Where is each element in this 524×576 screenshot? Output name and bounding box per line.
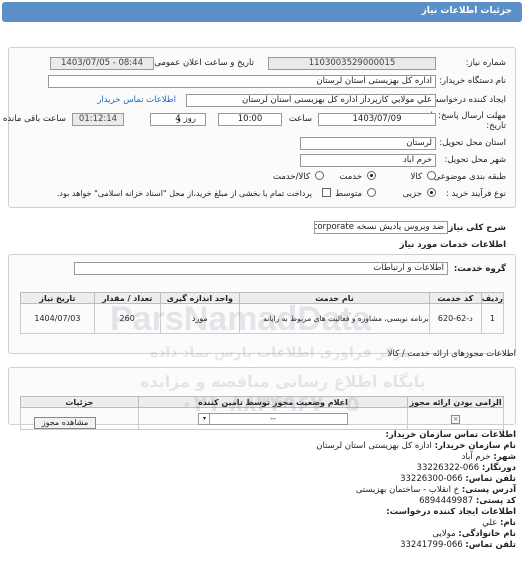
deadline-label: مهلت ارسال پاسخ: تا — [430, 111, 506, 121]
th-unit: واحد اندازه گیری — [159, 292, 241, 304]
category-option-kala: کالا — [410, 172, 422, 182]
announce-field: 1403/07/05 - 08:44 — [50, 57, 154, 70]
cell-row: 1 — [480, 303, 505, 334]
contact-postal: کد پستی: 6894449987 — [419, 496, 516, 506]
disabled-checkbox-icon: × — [451, 414, 461, 424]
th-date: تاریخ نیاز — [20, 292, 95, 304]
announce-label: تاریخ و ساعت اعلان عمومی: — [151, 58, 254, 68]
group-field: اطلاعات و ارتباطات — [74, 262, 448, 275]
category-option-both: کالا/خدمت — [273, 172, 310, 182]
creator-first-name: نام: علي — [482, 518, 516, 528]
category-radio-kala[interactable] — [427, 171, 436, 180]
permits-table-header: الزامی بودن ارائه مجوز اعلام وضعیت مجوز … — [20, 396, 504, 408]
contact-phone: تلفن تماس: 066-33226300 — [400, 474, 516, 484]
deadline-date-label: تاریخ: — [486, 121, 506, 131]
remaining-label: ساعت باقی مانده — [2, 114, 66, 124]
th-code: کد خدمت — [428, 292, 482, 304]
th-permit-details: جزئیات — [20, 396, 139, 408]
contact-org: نام سازمان خریدار: اداره کل بهزیستی استا… — [316, 441, 516, 451]
cell-code: د-62-620 — [428, 303, 482, 334]
creator-last-name: نام خانوادگی: مولایی — [432, 529, 516, 539]
page-header: جزئیات اطلاعات نیاز — [2, 2, 522, 22]
cell-qty: 260 — [93, 303, 161, 334]
buyer-label: نام دستگاه خریدار: — [439, 76, 506, 86]
purchase-type-label: نوع فرآیند خرید : — [445, 189, 506, 199]
need-number-label: شماره نیاز: — [465, 58, 506, 68]
view-permit-button[interactable]: مشاهده مجوز — [34, 417, 96, 429]
contact-address: آدرس پستی: خ انقلاب - ساختمان بهزیستی — [355, 485, 516, 495]
permit-status-cell: -- ▾ — [137, 407, 409, 430]
category-option-khedmat: خدمت — [339, 172, 362, 182]
category-radio-both[interactable] — [315, 171, 324, 180]
chevron-down-icon: ▾ — [200, 413, 210, 424]
purchase-radio-minor[interactable] — [427, 188, 436, 197]
purchase-option-medium: متوسط — [335, 189, 362, 199]
buyer-contact-link[interactable]: اطلاعات تماس خریدار — [97, 95, 176, 105]
permit-status-value: -- — [270, 413, 276, 423]
permits-heading: اطلاعات مجوزهای ارائه خدمت / کالا — [387, 349, 516, 359]
services-table-header: ردیف کد خدمت نام خدمت واحد اندازه گیری ت… — [20, 292, 505, 304]
category-label: طبقه بندی موضوعی: — [430, 172, 506, 182]
creator-field: علي مولايي کارپرداز اداره کل بهزیستی است… — [186, 94, 436, 107]
cell-date: 1404/07/03 — [20, 303, 95, 334]
table-row: 1 د-62-620 برنامه نویسی، مشاوره و فعالیت… — [20, 303, 505, 334]
payment-note: پرداخت تمام یا بخشی از مبلغ خرید،از محل … — [56, 189, 312, 198]
days-label: روز و — [176, 114, 196, 124]
category-radio-khedmat[interactable] — [367, 171, 376, 180]
permit-status-select[interactable]: -- ▾ — [197, 412, 348, 425]
th-permit-required: الزامی بودن ارائه مجوز — [407, 396, 504, 408]
th-permit-status: اعلام وضعیت مجوز توسط تامین کننده — [137, 396, 409, 408]
delivery-province-label: استان محل تحویل: — [439, 138, 506, 148]
th-qty: تعداد / مقدار — [93, 292, 161, 304]
th-name: نام خدمت — [239, 292, 430, 304]
contact-city: شهر: خرم آباد — [461, 452, 516, 462]
deadline-date-field: 1403/07/09 — [318, 113, 436, 126]
cell-unit: مورد — [159, 303, 241, 334]
buyer-field: اداره کل بهزیستی استان لرستان — [48, 75, 436, 88]
contact-heading: اطلاعات تماس سازمان خریدار: — [385, 430, 516, 440]
permit-required-cell: × — [407, 407, 504, 430]
delivery-city-label: شهر محل تحویل: — [444, 155, 506, 165]
summary-label: شرح کلی نیاز: — [445, 223, 506, 233]
creator-phone: تلفن تماس: 066-33241799 — [400, 540, 516, 550]
remaining-time-field: 01:12:14 — [72, 113, 124, 126]
services-table: ردیف کد خدمت نام خدمت واحد اندازه گیری ت… — [20, 292, 505, 334]
cell-name: برنامه نویسی، مشاوره و فعالیت های مربوط … — [239, 303, 430, 334]
delivery-province-field: لرستان — [300, 137, 436, 150]
group-label: گروه خدمت: — [453, 264, 506, 274]
page-title: جزئیات اطلاعات نیاز — [421, 6, 512, 16]
need-details-panel — [8, 47, 516, 208]
deadline-time-label: ساعت — [288, 114, 312, 124]
summary-field: ضد ویروس پادیش نسخه corporate — [314, 221, 448, 234]
purchase-option-minor: جزیی — [402, 189, 422, 199]
th-row: ردیف — [480, 292, 505, 304]
creator-heading: اطلاعات ایجاد کننده درخواست: — [386, 507, 516, 517]
services-heading: اطلاعات خدمات مورد نیاز — [399, 240, 506, 250]
purchase-radio-medium[interactable] — [367, 188, 376, 197]
deadline-time-field: 10:00 — [218, 113, 282, 126]
delivery-city-field: خرم آباد — [300, 154, 436, 167]
contact-fax: دورنگار: 066-33226322 — [416, 463, 516, 473]
need-number-field: 1103003529000015 — [268, 57, 436, 70]
creator-label: ایجاد کننده درخواست: — [427, 95, 506, 105]
treasury-checkbox[interactable] — [322, 188, 331, 197]
